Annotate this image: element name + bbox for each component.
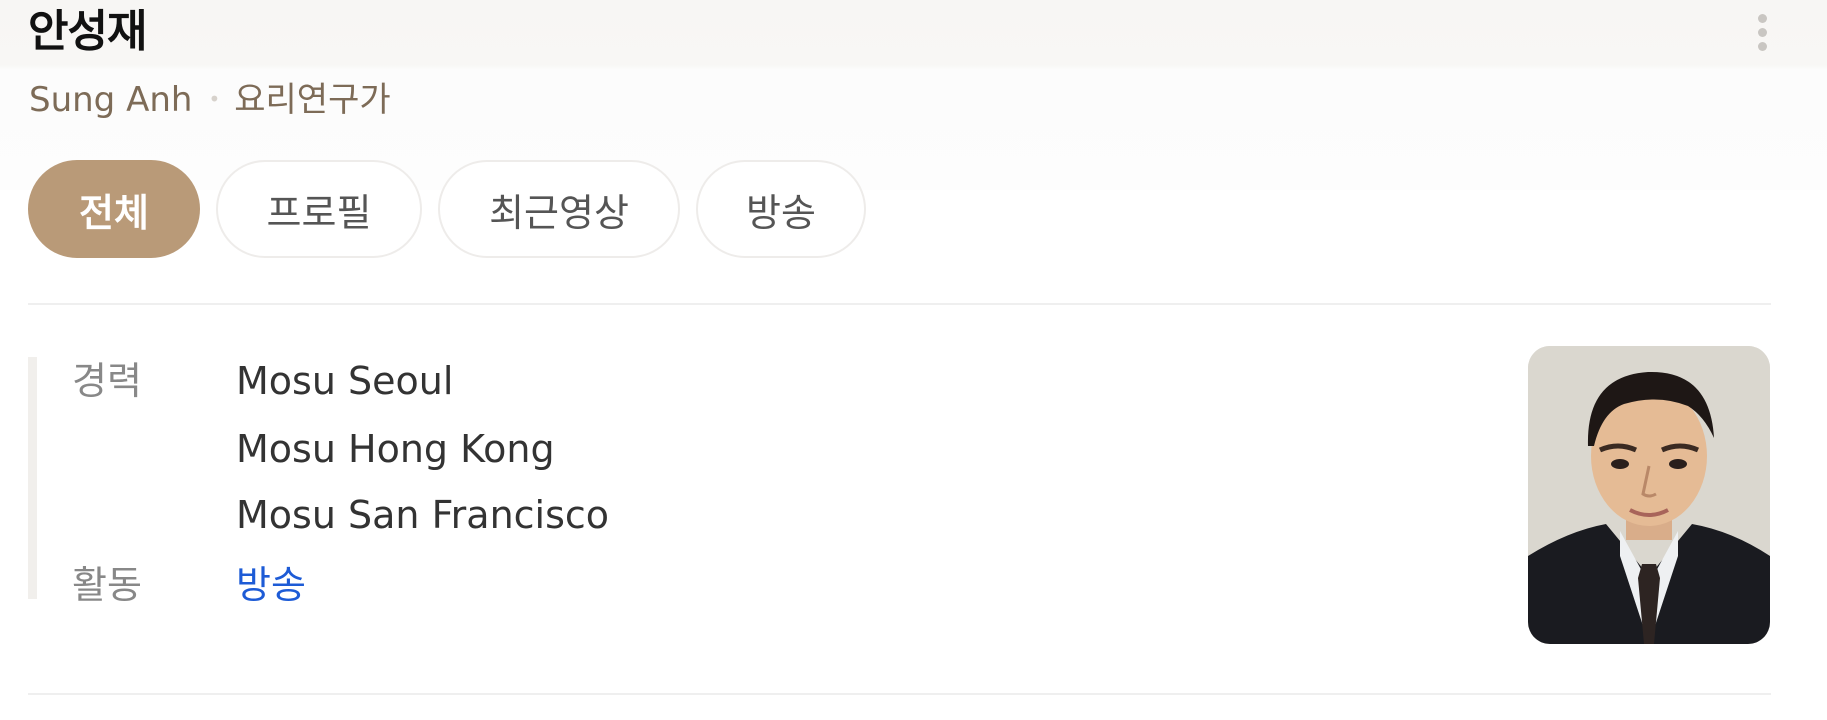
- english-name: Sung Anh: [29, 80, 193, 120]
- tab-profile[interactable]: 프로필: [216, 160, 422, 258]
- activity-broadcast-link[interactable]: 방송: [236, 560, 306, 610]
- divider-bottom: [28, 693, 1771, 695]
- activity-label: 활동: [72, 563, 142, 607]
- tab-bar: 전체 프로필 최근영상 방송: [28, 160, 882, 260]
- tab-recent-videos[interactable]: 최근영상: [438, 160, 680, 258]
- profile-subtitle: Sung Anh • 요리연구가: [29, 76, 391, 126]
- portrait-illustration: [1528, 346, 1770, 644]
- tab-all[interactable]: 전체: [28, 160, 200, 258]
- tab-broadcast[interactable]: 방송: [696, 160, 866, 258]
- career-item: Mosu Seoul: [236, 359, 454, 403]
- more-options-button[interactable]: [1748, 12, 1776, 58]
- career-item: Mosu San Francisco: [236, 493, 610, 537]
- job-title: 요리연구가: [234, 80, 391, 120]
- separator-dot: •: [208, 86, 221, 111]
- more-vertical-icon: [1748, 14, 1776, 51]
- career-label: 경력: [72, 359, 142, 403]
- career-item: Mosu Hong Kong: [236, 427, 555, 471]
- divider-top: [28, 303, 1771, 305]
- profile-photo[interactable]: [1528, 346, 1770, 644]
- profile-card: 안성재 Sung Anh • 요리연구가 전체 프로필 최근영상 방송 경력 Mos…: [0, 0, 1827, 720]
- info-accent-bar: [28, 357, 37, 599]
- profile-name: 안성재: [28, 6, 147, 57]
